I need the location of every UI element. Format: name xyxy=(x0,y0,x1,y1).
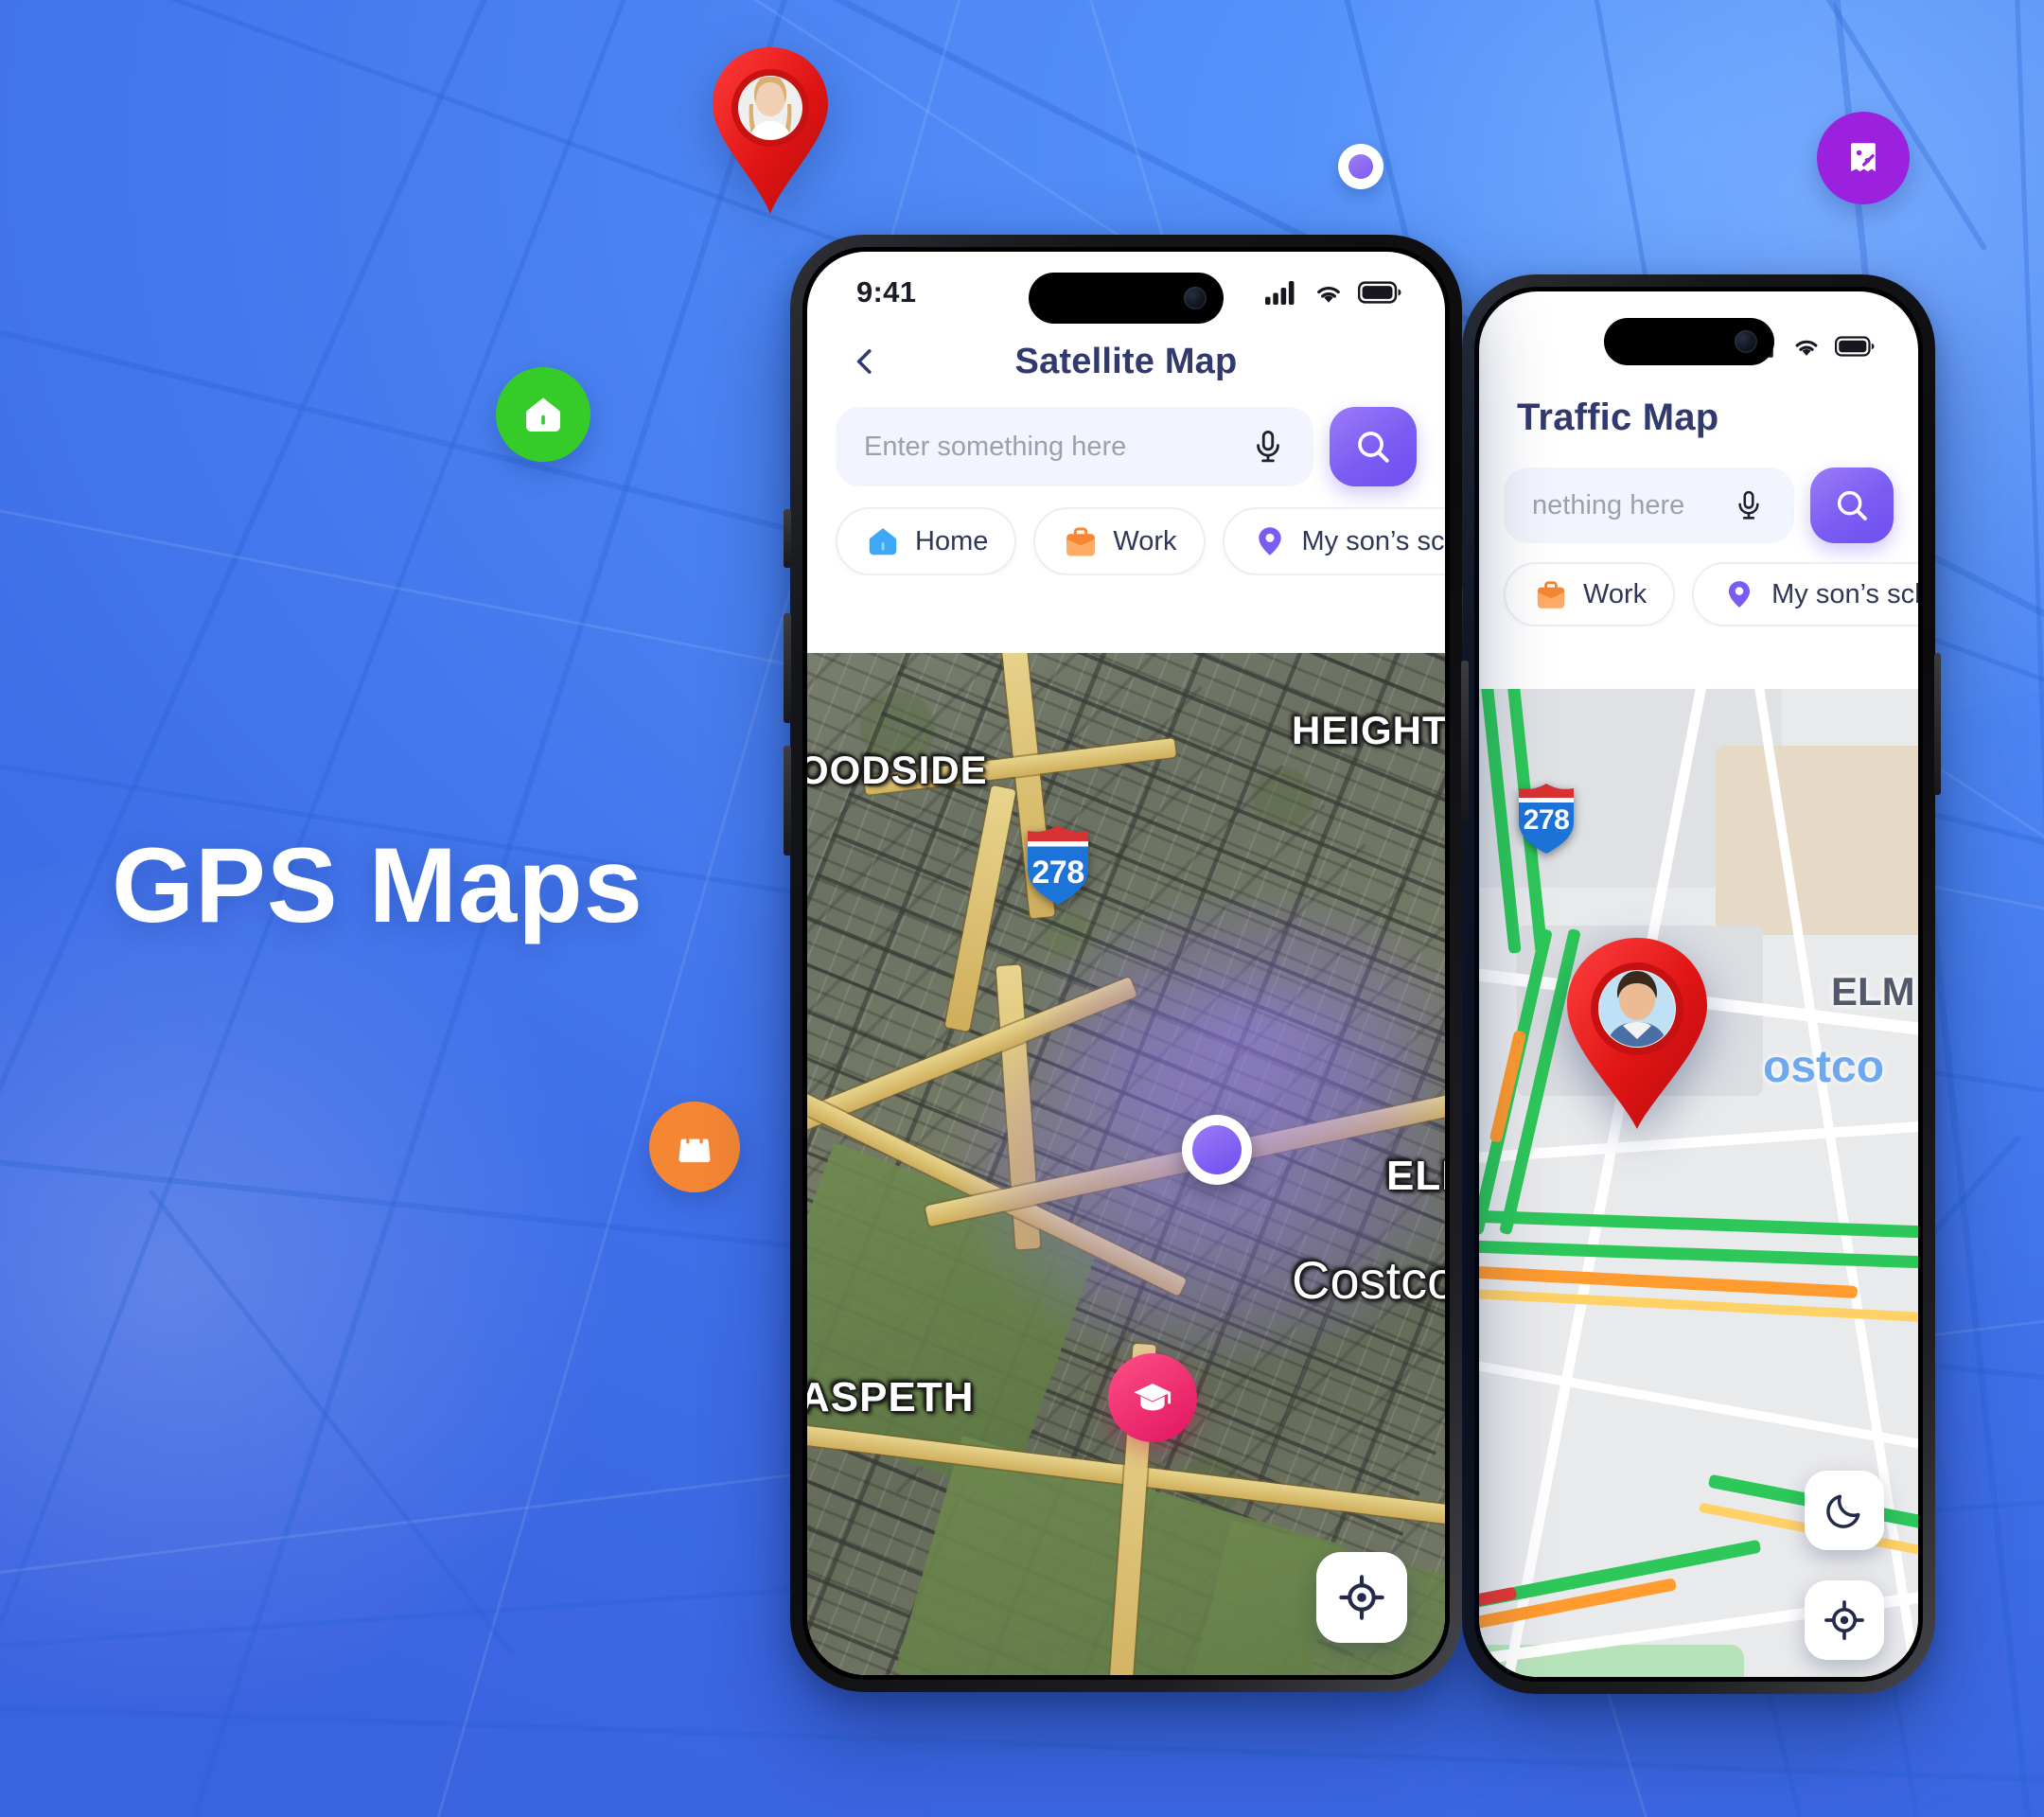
quick-chips-satellite: Home Work My son’s school xyxy=(807,507,1445,575)
front-camera-icon xyxy=(1184,287,1207,309)
receipt-percent-icon xyxy=(1851,143,1876,172)
highway-shield-278-traffic: 278 xyxy=(1515,780,1577,854)
battery-icon xyxy=(1358,281,1401,304)
crosshair-icon xyxy=(1824,1600,1864,1640)
phone-satellite-map: 9:41 Satellite Map Enter something here … xyxy=(784,235,1469,1692)
chip-work[interactable]: Work xyxy=(1033,507,1206,575)
search-icon xyxy=(1837,490,1867,520)
moon-icon xyxy=(1826,1494,1860,1528)
user-avatar-map-pin-traffic[interactable] xyxy=(1557,935,1718,1132)
search-placeholder-satellite: Enter something here xyxy=(864,431,1127,462)
chip-school[interactable]: My son’s school xyxy=(1222,507,1446,575)
chevron-left-icon xyxy=(856,349,872,374)
phone-traffic-map: Traffic Map nething here Work My son’s s… xyxy=(1456,274,1941,1694)
shopping-bag-icon xyxy=(678,1129,711,1163)
home-icon xyxy=(864,522,902,560)
back-button[interactable] xyxy=(839,336,890,387)
night-mode-button[interactable] xyxy=(1805,1471,1884,1550)
chip-work-traffic[interactable]: Work xyxy=(1504,562,1676,626)
microphone-button-traffic[interactable] xyxy=(1728,485,1770,526)
map-label-costco-traffic: ostco xyxy=(1763,1042,1885,1092)
home-badge[interactable] xyxy=(496,367,590,462)
briefcase-icon xyxy=(1062,522,1100,560)
shield-number: 278 xyxy=(1523,804,1570,836)
chip-label: My son’s school xyxy=(1771,578,1918,609)
microphone-icon xyxy=(1738,490,1759,520)
front-camera-icon xyxy=(1735,330,1757,353)
status-time: 9:41 xyxy=(856,275,917,309)
cellular-signal-icon xyxy=(1265,280,1295,305)
search-input-satellite[interactable]: Enter something here xyxy=(836,407,1313,486)
search-submit-button-traffic[interactable] xyxy=(1810,467,1894,543)
microphone-icon xyxy=(1257,431,1279,463)
home-icon xyxy=(526,397,560,432)
shield-number: 278 xyxy=(1031,855,1084,891)
search-icon xyxy=(1358,432,1389,463)
header-card-satellite: Satellite Map Enter something here Home … xyxy=(807,320,1445,600)
shopping-badge[interactable] xyxy=(649,1102,740,1192)
locate-me-button-traffic[interactable] xyxy=(1805,1580,1884,1660)
chip-home[interactable]: Home xyxy=(836,507,1017,575)
dynamic-island xyxy=(1029,273,1224,324)
page-title: GPS Maps xyxy=(112,826,643,944)
search-input-traffic[interactable]: nething here xyxy=(1504,467,1794,543)
battery-icon xyxy=(1835,336,1875,357)
friend-avatar-map-pin[interactable] xyxy=(704,45,837,216)
satellite-map-canvas[interactable]: 278 OODSIDE HEIGHTS ELM Costco ASPETH xyxy=(807,653,1445,1675)
page-title-satellite: Satellite Map xyxy=(1014,341,1238,381)
wifi-icon xyxy=(1317,286,1340,303)
crosshair-icon xyxy=(1339,1575,1384,1620)
map-pin-icon xyxy=(1720,575,1758,613)
dynamic-island xyxy=(1604,318,1774,365)
current-location-marker[interactable] xyxy=(1182,1115,1252,1185)
map-label-elm-traffic: ELM xyxy=(1831,969,1915,1014)
locate-me-button-satellite[interactable] xyxy=(1316,1552,1407,1643)
discount-badge[interactable] xyxy=(1817,112,1910,204)
wifi-icon xyxy=(1795,340,1818,356)
microphone-button-satellite[interactable] xyxy=(1247,426,1289,467)
map-pin-icon xyxy=(1251,522,1289,560)
search-placeholder-traffic: nething here xyxy=(1532,489,1685,520)
search-submit-button-satellite[interactable] xyxy=(1330,407,1417,486)
chip-label: Work xyxy=(1583,578,1648,609)
highway-shield-278-satellite: 278 xyxy=(1023,821,1093,905)
chip-label: Home xyxy=(915,525,989,556)
school-badge-satellite[interactable] xyxy=(1108,1353,1197,1442)
header-card-traffic: Traffic Map nething here Work My son’s s… xyxy=(1479,371,1918,647)
briefcase-icon xyxy=(1532,575,1570,613)
page-title-traffic: Traffic Map xyxy=(1517,396,1719,438)
quick-chips-traffic: Work My son’s school xyxy=(1479,562,1918,626)
graduation-cap-icon xyxy=(1134,1384,1172,1411)
traffic-map-canvas[interactable]: 278 ELM ostco xyxy=(1479,689,1918,1677)
chip-label: Work xyxy=(1113,525,1177,556)
waypoint-dot-marker[interactable] xyxy=(1338,144,1383,189)
chip-label: My son’s school xyxy=(1301,525,1446,556)
chip-school-traffic[interactable]: My son’s school xyxy=(1692,562,1918,626)
